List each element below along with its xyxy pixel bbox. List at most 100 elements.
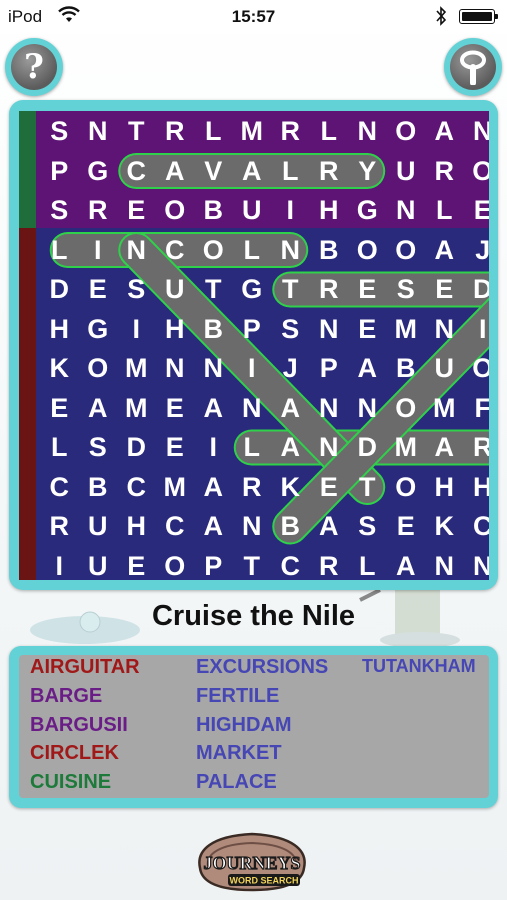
grid-cell[interactable]: H <box>464 468 489 507</box>
grid-cell[interactable]: C <box>156 507 195 546</box>
grid-cell[interactable]: Y <box>348 152 387 191</box>
grid-cell[interactable]: E <box>156 389 195 428</box>
grid-cell[interactable]: O <box>194 231 233 270</box>
grid-cell[interactable]: S <box>40 191 79 230</box>
grid-cell[interactable]: A <box>271 389 310 428</box>
grid-cell[interactable]: I <box>117 310 156 349</box>
grid-cell[interactable]: I <box>233 349 272 388</box>
grid-cell[interactable]: B <box>79 468 118 507</box>
grid-cell[interactable]: E <box>387 507 426 546</box>
grid-cell[interactable]: T <box>233 547 272 581</box>
grid-cell[interactable]: A <box>310 507 349 546</box>
grid-cell[interactable]: E <box>348 270 387 309</box>
grid-cell[interactable]: U <box>233 191 272 230</box>
grid-cell[interactable]: L <box>233 428 272 467</box>
letter-grid[interactable]: SNTRLMRLNOANIPGCAVALRYUROCSREOBUIHGNLETL… <box>19 111 489 580</box>
grid-cell[interactable]: N <box>79 112 118 151</box>
grid-cell[interactable]: J <box>464 231 489 270</box>
grid-cell[interactable]: E <box>79 270 118 309</box>
grid-cell[interactable]: K <box>271 468 310 507</box>
grid-cell[interactable]: E <box>425 270 464 309</box>
grid-cell[interactable]: C <box>156 231 195 270</box>
grid-cell[interactable]: G <box>79 152 118 191</box>
grid-cell[interactable]: R <box>40 507 79 546</box>
grid-cell[interactable]: L <box>40 231 79 270</box>
grid-cell[interactable]: N <box>348 389 387 428</box>
grid-cell[interactable]: G <box>348 191 387 230</box>
grid-cell[interactable]: A <box>425 112 464 151</box>
grid-cell[interactable]: B <box>271 507 310 546</box>
grid-cell[interactable]: C <box>117 468 156 507</box>
grid-cell[interactable]: R <box>233 468 272 507</box>
grid-cell[interactable]: B <box>387 349 426 388</box>
grid-cell[interactable]: L <box>271 152 310 191</box>
grid-cell[interactable]: I <box>40 547 79 581</box>
grid-cell[interactable]: A <box>387 547 426 581</box>
grid-cell[interactable]: I <box>464 310 490 349</box>
grid-cell[interactable]: P <box>233 310 272 349</box>
grid-cell[interactable]: C <box>271 547 310 581</box>
grid-cell[interactable]: R <box>79 191 118 230</box>
grid-cell[interactable]: V <box>194 152 233 191</box>
grid-cell[interactable]: N <box>464 547 489 581</box>
grid-cell[interactable]: L <box>194 112 233 151</box>
grid-cell[interactable]: S <box>348 507 387 546</box>
grid-cell[interactable]: M <box>425 389 464 428</box>
grid-cell[interactable]: B <box>310 231 349 270</box>
hint-button[interactable] <box>444 38 502 96</box>
grid-cell[interactable]: H <box>310 191 349 230</box>
grid-cell[interactable]: M <box>387 428 426 467</box>
grid-cell[interactable]: R <box>156 112 195 151</box>
grid-cell[interactable]: I <box>194 428 233 467</box>
grid-cell[interactable]: L <box>425 191 464 230</box>
grid-cell[interactable]: N <box>194 349 233 388</box>
grid-cell[interactable]: O <box>387 389 426 428</box>
grid-cell[interactable]: N <box>464 112 489 151</box>
grid-cell[interactable]: R <box>271 112 310 151</box>
grid-cell[interactable]: P <box>40 152 79 191</box>
grid-cell[interactable]: B <box>194 191 233 230</box>
grid-cell[interactable]: R <box>464 428 489 467</box>
grid-cell[interactable]: N <box>233 389 272 428</box>
grid-cell[interactable]: H <box>425 468 464 507</box>
grid-cell[interactable]: R <box>310 270 349 309</box>
grid-cell[interactable]: G <box>79 310 118 349</box>
help-button[interactable]: ? <box>5 38 63 96</box>
grid-cell[interactable]: C <box>40 468 79 507</box>
grid-cell[interactable]: O <box>156 547 195 581</box>
grid-cell[interactable]: T <box>271 270 310 309</box>
grid-cell[interactable]: L <box>310 112 349 151</box>
grid-cell[interactable]: O <box>387 112 426 151</box>
grid-cell[interactable]: C <box>464 507 489 546</box>
grid-cell[interactable]: L <box>40 428 79 467</box>
grid-cell[interactable]: D <box>40 270 79 309</box>
grid-cell[interactable]: A <box>79 389 118 428</box>
grid-cell[interactable]: O <box>348 231 387 270</box>
grid-cell[interactable]: U <box>425 349 464 388</box>
grid-cell[interactable]: M <box>233 112 272 151</box>
grid-cell[interactable]: P <box>194 547 233 581</box>
grid-cell[interactable]: A <box>233 152 272 191</box>
grid-cell[interactable]: C <box>117 152 156 191</box>
grid-cell[interactable]: S <box>271 310 310 349</box>
grid-cell[interactable]: H <box>156 310 195 349</box>
grid-cell[interactable]: E <box>40 389 79 428</box>
grid-cell[interactable]: I <box>79 231 118 270</box>
grid-cell[interactable]: N <box>271 231 310 270</box>
grid-cell[interactable]: J <box>271 349 310 388</box>
grid-cell[interactable]: E <box>117 191 156 230</box>
grid-cell[interactable]: S <box>40 112 79 151</box>
grid-cell[interactable]: T <box>117 112 156 151</box>
grid-cell[interactable]: N <box>387 191 426 230</box>
grid-cell[interactable]: U <box>387 152 426 191</box>
grid-cell[interactable]: K <box>425 507 464 546</box>
grid-cell[interactable]: N <box>425 310 464 349</box>
grid-cell[interactable]: A <box>425 231 464 270</box>
grid-cell[interactable]: D <box>348 428 387 467</box>
grid-cell[interactable]: R <box>310 152 349 191</box>
grid-cell[interactable]: A <box>271 428 310 467</box>
grid-cell[interactable]: E <box>310 468 349 507</box>
grid-cell[interactable]: N <box>425 547 464 581</box>
grid-cell[interactable]: U <box>156 270 195 309</box>
grid-cell[interactable]: O <box>387 231 426 270</box>
